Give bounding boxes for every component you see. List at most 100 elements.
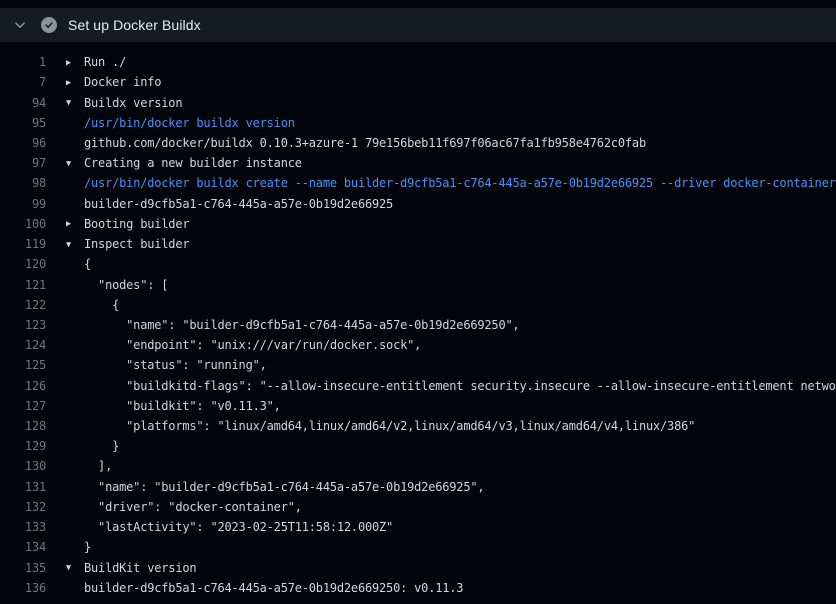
log-line: 136 builder-d9cfb5a1-c764-445a-a57e-0b19d… — [0, 578, 836, 598]
step-title: Set up Docker Buildx — [68, 17, 201, 33]
log-line: 122 { — [0, 295, 836, 315]
log-line: 119 ▼Inspect builder — [0, 234, 836, 254]
log-group-label: Run ./ — [84, 55, 126, 69]
log-line-number[interactable]: 124 — [0, 338, 46, 352]
log-output-text: "lastActivity": "2023-02-25T11:58:12.000… — [66, 520, 393, 534]
log-line: 7 ▶Docker info — [0, 72, 836, 92]
log-line: 1 ▶Run ./ — [0, 52, 836, 72]
log-group-header[interactable]: ▼Buildx version — [66, 96, 182, 110]
log-line-number[interactable]: 95 — [0, 116, 46, 130]
log-line-number[interactable]: 131 — [0, 480, 46, 494]
log-line-number[interactable]: 123 — [0, 318, 46, 332]
log-line: 132 "driver": "docker-container", — [0, 497, 836, 517]
log-line: 127 "buildkit": "v0.11.3", — [0, 396, 836, 416]
log-line-number[interactable]: 126 — [0, 379, 46, 393]
log-line-number[interactable]: 127 — [0, 399, 46, 413]
log-output-text: "platforms": "linux/amd64,linux/amd64/v2… — [66, 419, 695, 433]
log-output-text: "buildkit": "v0.11.3", — [66, 399, 281, 413]
log-output-text: "nodes": [ — [66, 278, 168, 292]
triangle-right-icon[interactable]: ▶ — [66, 58, 84, 68]
check-circle-icon — [41, 17, 57, 33]
log-line-number[interactable]: 96 — [0, 136, 46, 150]
log-output-text: "driver": "docker-container", — [66, 500, 302, 514]
log-output-text: builder-d9cfb5a1-c764-445a-a57e-0b19d2e6… — [66, 581, 463, 595]
chevron-down-icon[interactable] — [14, 19, 26, 31]
log-line: 126 "buildkitd-flags": "--allow-insecure… — [0, 376, 836, 396]
triangle-down-icon[interactable]: ▼ — [66, 563, 84, 573]
log-group-header[interactable]: ▶Docker info — [66, 75, 161, 89]
log-command-text: /usr/bin/docker buildx create --name bui… — [66, 176, 836, 190]
log-output-text: "endpoint": "unix:///var/run/docker.sock… — [66, 338, 421, 352]
triangle-down-icon[interactable]: ▼ — [66, 159, 84, 169]
log-group-header[interactable]: ▼Inspect builder — [66, 237, 189, 251]
log-line: 123 "name": "builder-d9cfb5a1-c764-445a-… — [0, 315, 836, 335]
log-line-number[interactable]: 134 — [0, 540, 46, 554]
log-line-number[interactable]: 136 — [0, 581, 46, 595]
log-line-number[interactable]: 97 — [0, 156, 46, 170]
log-line-number[interactable]: 135 — [0, 561, 46, 575]
log-output: 1▶Run ./7▶Docker info94▼Buildx version95… — [0, 42, 836, 598]
log-line: 121 "nodes": [ — [0, 274, 836, 294]
triangle-down-icon[interactable]: ▼ — [66, 240, 84, 250]
log-group-header[interactable]: ▶Run ./ — [66, 55, 126, 69]
log-line: 125 "status": "running", — [0, 355, 836, 375]
log-line-number[interactable]: 122 — [0, 298, 46, 312]
log-group-label: Booting builder — [84, 217, 189, 231]
log-group-label: Creating a new builder instance — [84, 156, 302, 170]
log-line: 129 } — [0, 436, 836, 456]
log-line-number[interactable]: 121 — [0, 278, 46, 292]
log-group-header[interactable]: ▶Booting builder — [66, 217, 189, 231]
log-output-text: } — [66, 439, 119, 453]
log-output-text: } — [66, 540, 91, 554]
log-line: 133 "lastActivity": "2023-02-25T11:58:12… — [0, 517, 836, 537]
log-line: 98/usr/bin/docker buildx create --name b… — [0, 173, 836, 193]
log-output-text: "name": "builder-d9cfb5a1-c764-445a-a57e… — [66, 318, 520, 332]
log-line-number[interactable]: 132 — [0, 500, 46, 514]
step-header[interactable]: Set up Docker Buildx — [0, 8, 836, 42]
log-line: 100 ▶Booting builder — [0, 214, 836, 234]
log-output-text: "name": "builder-d9cfb5a1-c764-445a-a57e… — [66, 480, 484, 494]
log-command-text: /usr/bin/docker buildx version — [66, 116, 295, 130]
log-line-number[interactable]: 129 — [0, 439, 46, 453]
log-line: 96 github.com/docker/buildx 0.10.3+azure-… — [0, 133, 836, 153]
log-line-number[interactable]: 1 — [0, 55, 46, 69]
log-line-number[interactable]: 133 — [0, 520, 46, 534]
log-line: 120 { — [0, 254, 836, 274]
log-line: 94 ▼Buildx version — [0, 92, 836, 112]
log-group-label: Docker info — [84, 75, 161, 89]
log-group-header[interactable]: ▼BuildKit version — [66, 561, 196, 575]
log-output-text: { — [66, 298, 119, 312]
log-line: 124 "endpoint": "unix:///var/run/docker.… — [0, 335, 836, 355]
log-line-number[interactable]: 120 — [0, 257, 46, 271]
triangle-right-icon[interactable]: ▶ — [66, 219, 84, 229]
log-line-number[interactable]: 130 — [0, 459, 46, 473]
log-line-number[interactable]: 99 — [0, 197, 46, 211]
log-line-number[interactable]: 94 — [0, 96, 46, 110]
log-output-text: github.com/docker/buildx 0.10.3+azure-1 … — [66, 136, 646, 150]
log-output-text: { — [66, 257, 91, 271]
log-line: 97 ▼Creating a new builder instance — [0, 153, 836, 173]
log-output-text: ], — [66, 459, 112, 473]
log-line-number[interactable]: 125 — [0, 358, 46, 372]
log-line: 128 "platforms": "linux/amd64,linux/amd6… — [0, 416, 836, 436]
log-line: 135 ▼BuildKit version — [0, 557, 836, 577]
log-line: 99 builder-d9cfb5a1-c764-445a-a57e-0b19d2… — [0, 194, 836, 214]
log-line: 131 "name": "builder-d9cfb5a1-c764-445a-… — [0, 477, 836, 497]
log-group-label: Inspect builder — [84, 237, 189, 251]
log-line-number[interactable]: 7 — [0, 75, 46, 89]
triangle-right-icon[interactable]: ▶ — [66, 78, 84, 88]
log-line-number[interactable]: 100 — [0, 217, 46, 231]
log-output-text: builder-d9cfb5a1-c764-445a-a57e-0b19d2e6… — [66, 197, 393, 211]
log-output-text: "buildkitd-flags": "--allow-insecure-ent… — [66, 379, 836, 393]
log-line-number[interactable]: 128 — [0, 419, 46, 433]
log-output-text: "status": "running", — [66, 358, 267, 372]
log-group-label: Buildx version — [84, 96, 182, 110]
log-line: 95/usr/bin/docker buildx version — [0, 113, 836, 133]
log-group-label: BuildKit version — [84, 561, 196, 575]
log-line: 134} — [0, 537, 836, 557]
log-group-header[interactable]: ▼Creating a new builder instance — [66, 156, 302, 170]
triangle-down-icon[interactable]: ▼ — [66, 98, 84, 108]
log-line-number[interactable]: 119 — [0, 237, 46, 251]
log-line: 130 ], — [0, 456, 836, 476]
log-line-number[interactable]: 98 — [0, 176, 46, 190]
